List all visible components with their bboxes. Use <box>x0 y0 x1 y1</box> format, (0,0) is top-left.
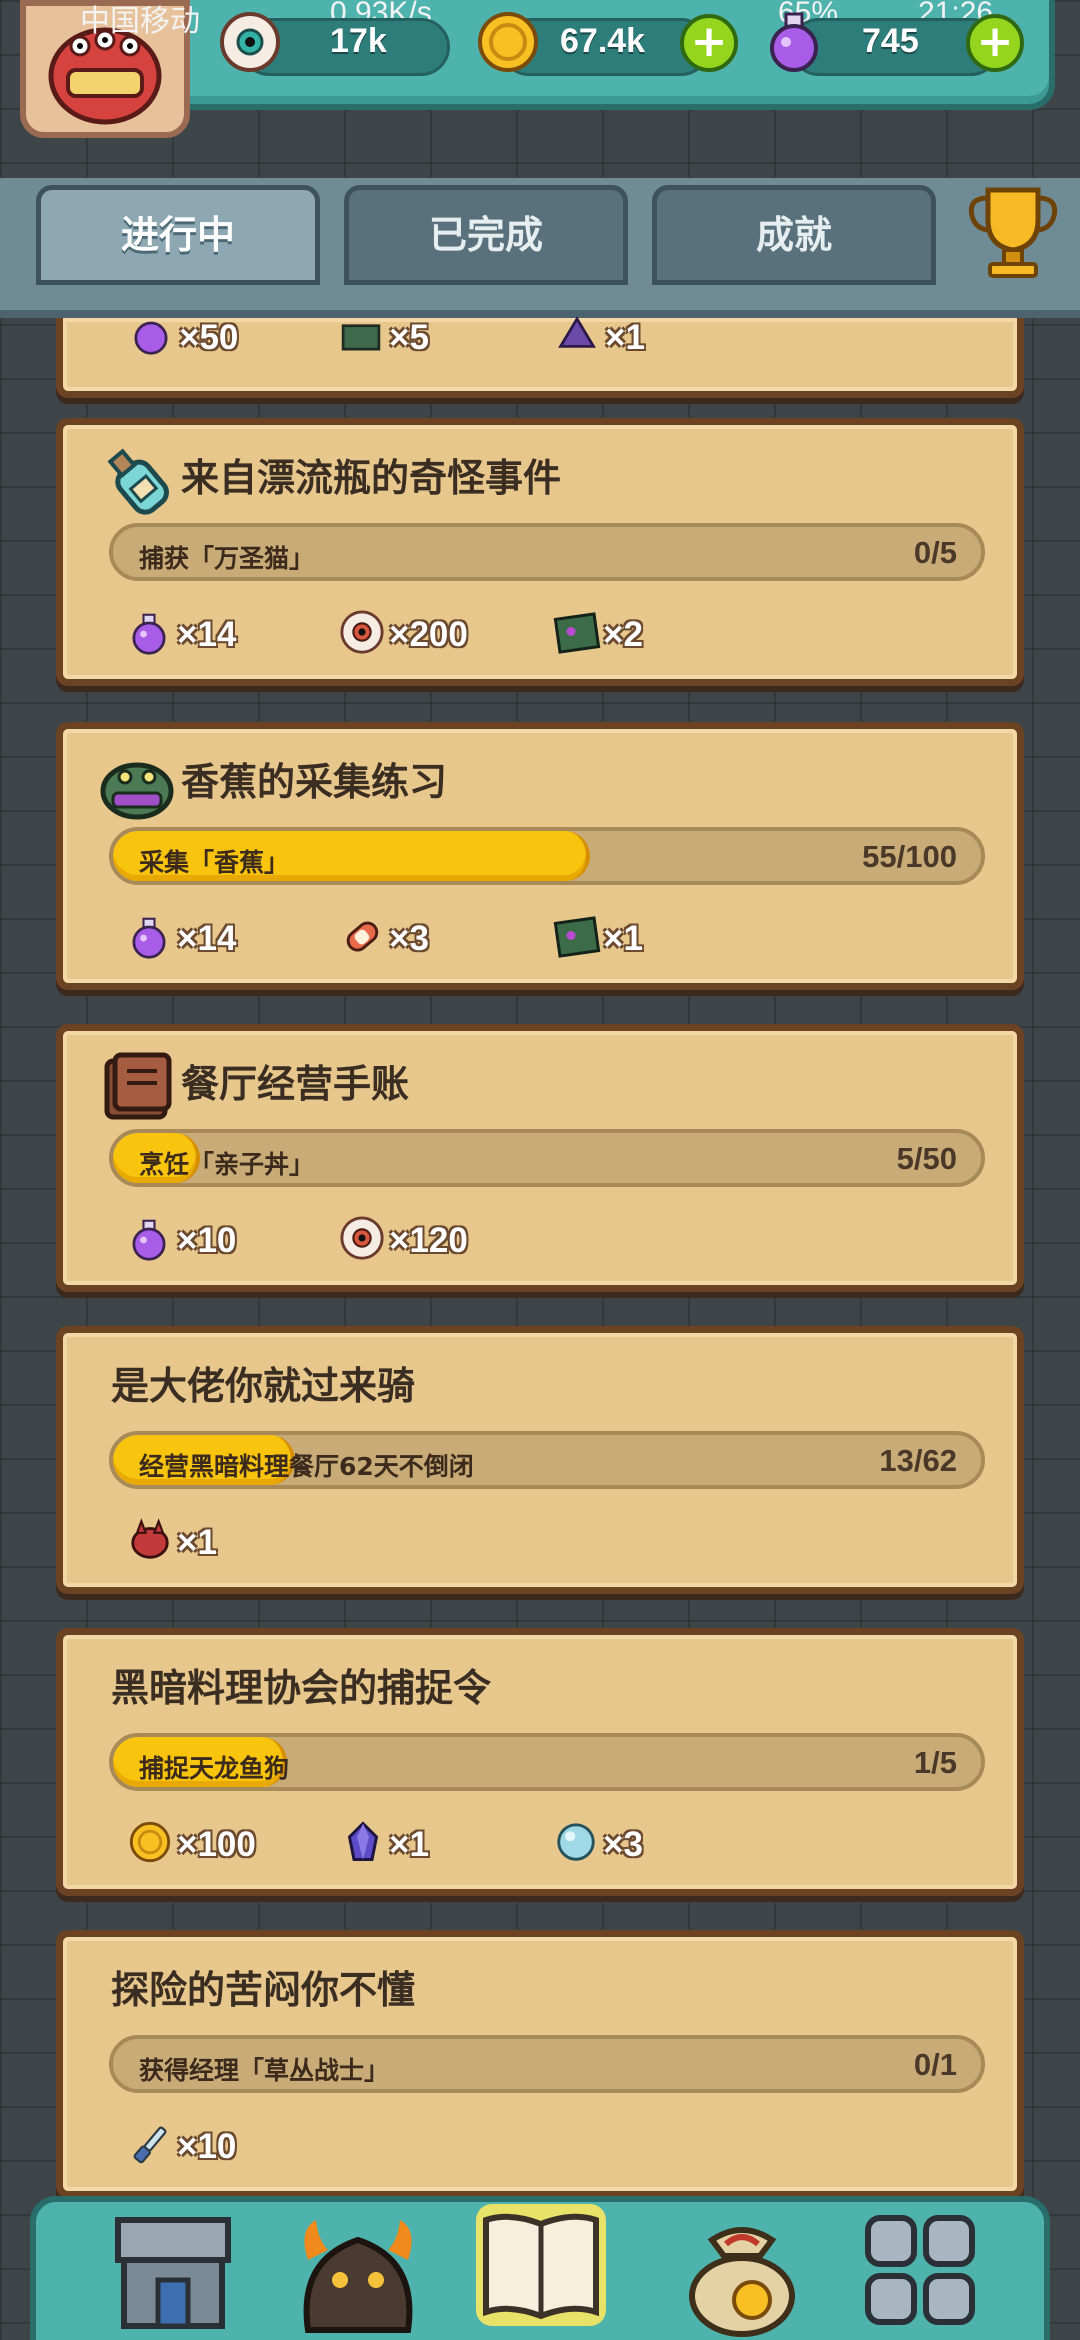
red-creature-icon <box>131 1518 169 1559</box>
blue-orb-icon <box>557 1823 595 1861</box>
tab-completed[interactable]: 已完成 <box>344 185 628 285</box>
eyeball-amount: 17k <box>330 22 387 60</box>
map-card-icon <box>553 612 601 654</box>
tab-achievements[interactable]: 成就 <box>652 185 936 285</box>
progress-label: 捕捉天龙鱼狗 <box>139 1754 290 1783</box>
progress-count: 0/1 <box>913 2047 957 2082</box>
reward-count: ×14 <box>177 919 237 958</box>
purple-potion-icon <box>770 12 818 72</box>
progress-count: 0/5 <box>913 535 957 570</box>
quest-card[interactable]: 来自漂流瓶的奇怪事件 捕获「万圣猫」 0/5 ×14 ×200 ×2 <box>56 418 1024 686</box>
reward-count: ×200 <box>389 615 468 654</box>
quest-title: 探险的苦闷你不懂 <box>111 1968 416 2012</box>
quest-card[interactable]: 餐厅经营手账 烹饪「亲子丼」 5/50 ×10 ×120 <box>56 1024 1024 1292</box>
meat-icon <box>346 921 379 952</box>
progress-label: 捕获「万圣猫」 <box>139 544 315 573</box>
quest-progress-bar: 烹饪「亲子丼」 5/50 <box>109 1129 985 1187</box>
bottle-icon <box>107 448 169 515</box>
quest-card-partial[interactable]: ×50 ×5 ×1 <box>56 316 1024 398</box>
knife-icon <box>133 2126 167 2164</box>
money-bag-icon[interactable] <box>672 2200 812 2340</box>
quest-title: 是大佬你就过来骑 <box>111 1364 416 1408</box>
progress-count: 13/62 <box>879 1443 957 1478</box>
quest-title: 餐厅经营手账 <box>181 1062 410 1106</box>
monster-icon <box>100 762 174 820</box>
purple-potion-icon <box>134 321 168 355</box>
add-potion-button[interactable]: + <box>966 14 1024 72</box>
quest-card[interactable]: 黑暗料理协会的捕捉令 捕捉天龙鱼狗 1/5 ×100 ×1 ×3 <box>56 1628 1024 1896</box>
quest-book-icon[interactable] <box>470 2190 612 2340</box>
quest-progress-bar: 捕捉天龙鱼狗 1/5 <box>109 1733 985 1791</box>
carrier-text: 中国移动 <box>80 5 200 38</box>
quest-card[interactable]: 是大佬你就过来骑 经营黑暗料理餐厅62天不倒闭 13/62 ×1 <box>56 1326 1024 1594</box>
progress-count: 1/5 <box>913 1745 957 1780</box>
purple-potion-icon <box>132 917 166 959</box>
reward-count: ×10 <box>177 2127 237 2166</box>
quest-title: 黑暗料理协会的捕捉令 <box>111 1666 492 1710</box>
reward-count: ×10 <box>177 1221 237 1260</box>
quest-progress-bar: 捕获「万圣猫」 0/5 <box>109 523 985 581</box>
purple-potion-icon <box>132 613 166 655</box>
reward-count: ×1 <box>177 1523 217 1562</box>
trophy-icon[interactable] <box>958 180 1068 280</box>
quest-progress-bar: 经营黑暗料理餐厅62天不倒闭 13/62 <box>109 1431 985 1489</box>
quest-card[interactable]: 探险的苦闷你不懂 获得经理「草丛战士」 0/1 ×10 <box>56 1930 1024 2198</box>
book-icon <box>104 1052 172 1120</box>
progress-label: 经营黑暗料理餐厅62天不倒闭 <box>139 1452 474 1481</box>
monster-lair-icon[interactable] <box>288 2200 428 2340</box>
map-card-icon <box>553 916 601 958</box>
quest-card[interactable]: 香蕉的采集练习 采集「香蕉」 55/100 ×14 ×3 ×1 <box>56 722 1024 990</box>
eyeball-icon <box>340 610 384 654</box>
tab-in-progress[interactable]: 进行中 <box>36 185 320 285</box>
purple-potion-icon <box>132 1219 166 1261</box>
quest-progress-bar: 采集「香蕉」 55/100 <box>109 827 985 885</box>
gold-amount: 67.4k <box>560 22 646 60</box>
reward-count: ×1 <box>603 919 643 958</box>
eyeball-icon <box>340 1216 384 1260</box>
quest-title: 来自漂流瓶的奇怪事件 <box>181 456 562 500</box>
potion-amount: 745 <box>862 22 919 60</box>
gem-icon <box>558 316 596 348</box>
add-gold-button[interactable]: + <box>680 14 738 72</box>
progress-count: 5/50 <box>896 1141 957 1176</box>
reward-count: ×2 <box>603 615 643 654</box>
eyeball-icon <box>220 12 280 72</box>
progress-label: 采集「香蕉」 <box>139 848 290 877</box>
gold-coin-icon <box>129 1821 171 1863</box>
grid-menu-icon[interactable] <box>850 2200 990 2340</box>
reward-count: ×14 <box>177 615 237 654</box>
reward-count: ×100 <box>177 1825 256 1864</box>
chest-icon <box>341 324 381 351</box>
reward-count: ×3 <box>389 919 429 958</box>
reward-count: ×3 <box>603 1825 643 1864</box>
reward-count: ×1 <box>389 1825 429 1864</box>
crystal-icon <box>347 1821 379 1861</box>
progress-count: 55/100 <box>862 839 957 874</box>
quest-progress-bar: 获得经理「草丛战士」 0/1 <box>109 2035 985 2093</box>
progress-label: 烹饪「亲子丼」 <box>139 1150 315 1179</box>
gold-coin-icon <box>478 12 538 72</box>
progress-label: 获得经理「草丛战士」 <box>139 2056 390 2085</box>
quest-title: 香蕉的采集练习 <box>181 760 448 804</box>
restaurant-icon[interactable] <box>104 2200 244 2340</box>
reward-count: ×120 <box>389 1221 468 1260</box>
